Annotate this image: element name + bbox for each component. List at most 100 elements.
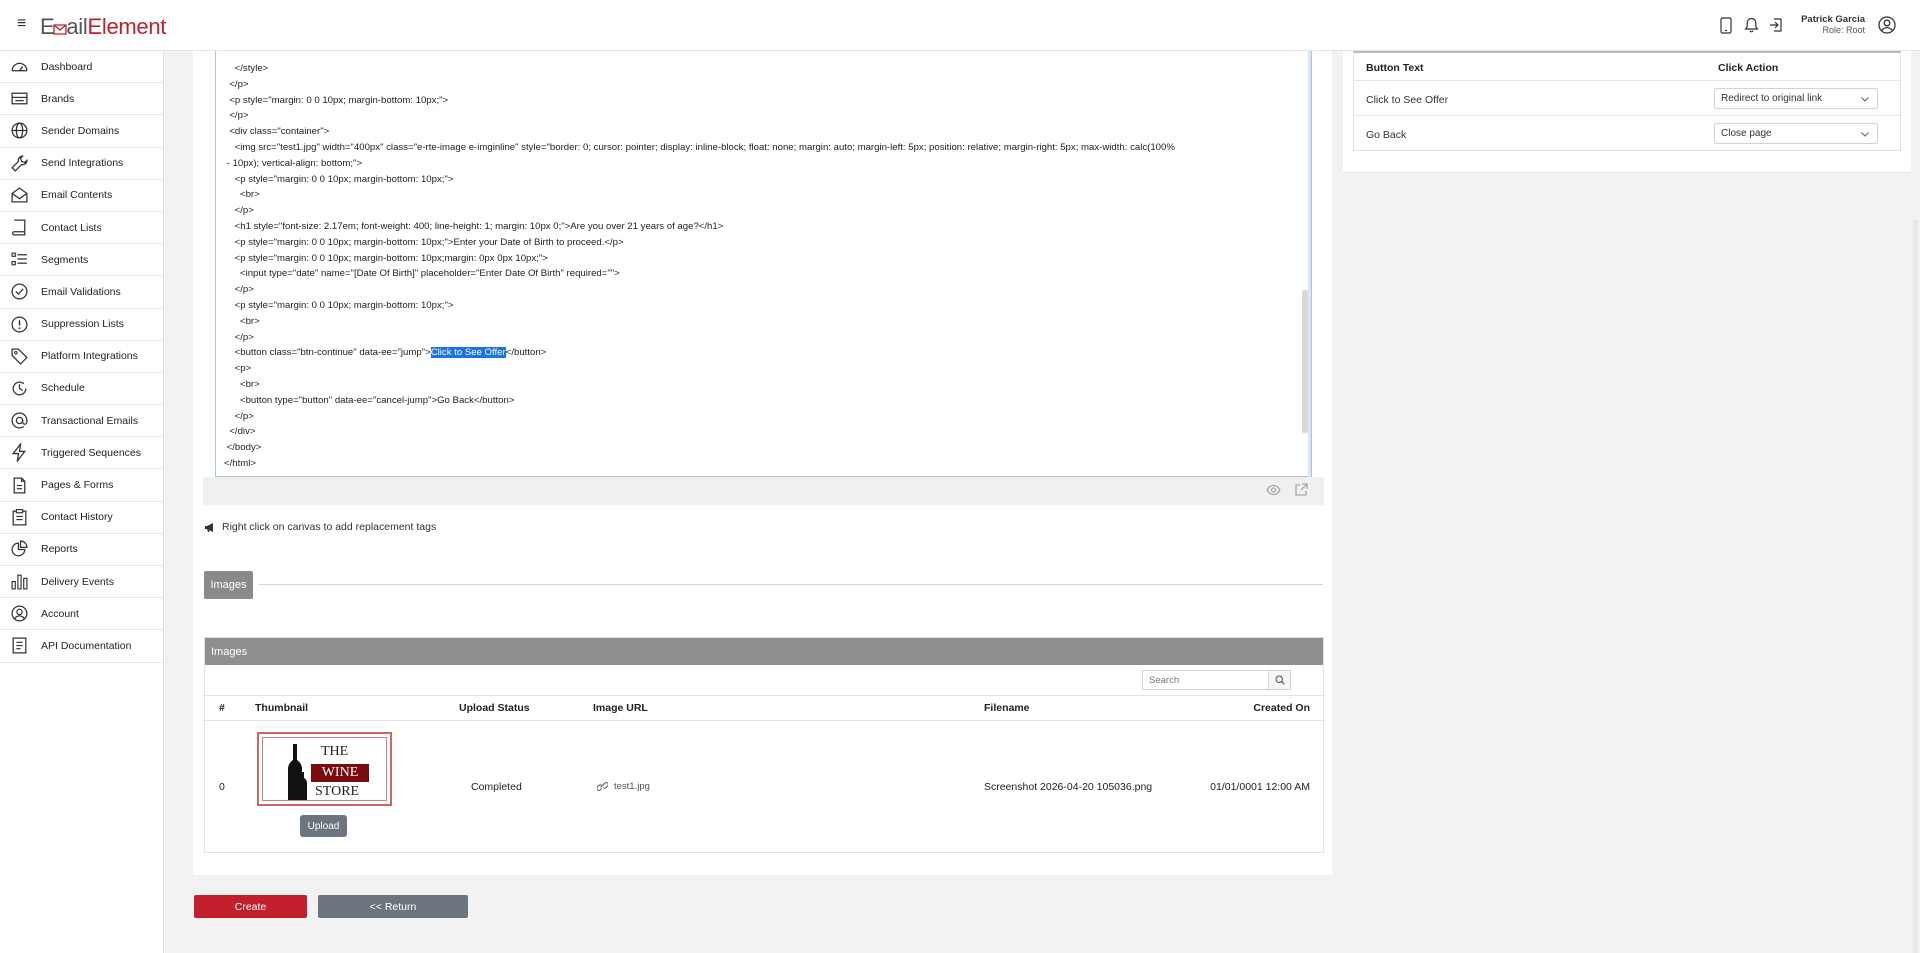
chevron-down-icon: [1861, 132, 1869, 137]
bell-icon[interactable]: [1740, 12, 1762, 38]
hamburger-menu-icon[interactable]: ≡: [17, 16, 26, 32]
html-code-editor[interactable]: </style> </p> <p style="margin: 0 0 10px…: [215, 51, 1312, 477]
logout-icon[interactable]: [1765, 12, 1787, 38]
create-button[interactable]: Create: [194, 895, 307, 918]
search-icon: [1274, 675, 1285, 685]
code-line: <p style="margin: 0 0 10px; margin-botto…: [224, 173, 454, 185]
click-action-select[interactable]: Close page: [1714, 123, 1878, 144]
code-line: <br>: [224, 378, 260, 390]
sidebar-item-dashboard[interactable]: Dashboard: [0, 51, 163, 84]
images-tab[interactable]: Images: [204, 571, 253, 599]
user-avatar-icon[interactable]: [1876, 12, 1898, 38]
sidebar-item-label: Reports: [41, 543, 78, 556]
image-url-text: test1.jpg: [614, 781, 650, 792]
col-image-url: Image URL: [593, 702, 648, 714]
sidebar-item-brands[interactable]: Brands: [0, 83, 163, 116]
col-click-action: Click Action: [1718, 62, 1779, 74]
sidebar-item-delivery-events[interactable]: Delivery Events: [0, 566, 163, 599]
sidebar-item-contact-lists[interactable]: Contact Lists: [0, 212, 163, 245]
user-info[interactable]: Patrick Garcia Role: Root: [1801, 14, 1865, 36]
upload-button[interactable]: Upload: [300, 815, 347, 837]
images-table-panel: Images # Thumbnail Upload Status Image U…: [204, 637, 1324, 853]
search-button[interactable]: [1268, 671, 1290, 689]
envelope-icon: [11, 187, 28, 203]
preview-eye-icon[interactable]: [1266, 483, 1281, 500]
sidebar-item-label: API Documentation: [41, 639, 132, 652]
app-logo[interactable]: EailElement: [40, 15, 166, 39]
code-line: </p>: [224, 410, 254, 422]
code-line: <button class="btn-continue" data-ee="ju…: [224, 345, 1299, 361]
editor-toolbar: [203, 477, 1324, 505]
divider: [205, 720, 1323, 721]
image-url-link[interactable]: test1.jpg: [597, 781, 650, 792]
click-action-select[interactable]: Redirect to original link: [1714, 88, 1878, 109]
sidebar-item-label: Contact History: [41, 511, 113, 524]
code-text[interactable]: </style> </p> <p style="margin: 0 0 10px…: [224, 61, 1299, 472]
selected-text[interactable]: Click to See Offer: [430, 347, 506, 359]
sidebar-item-label: Email Contents: [41, 189, 113, 202]
thumb-text-store: STORE: [315, 784, 360, 799]
book-icon: [12, 219, 26, 236]
replacement-tags-hint: Right click on canvas to add replacement…: [204, 521, 436, 533]
sidebar-item-api-documentation[interactable]: API Documentation: [0, 630, 163, 663]
sidebar-item-label: Schedule: [41, 382, 85, 395]
sidebar-item-schedule[interactable]: Schedule: [0, 373, 163, 406]
document-icon: [12, 637, 27, 654]
sidebar-item-transactional-emails[interactable]: Transactional Emails: [0, 405, 163, 438]
editor-scroll-track: [1308, 51, 1311, 477]
editor-scrollbar[interactable]: [1302, 290, 1308, 433]
button-text-cell: Click to See Offer: [1366, 94, 1449, 106]
thumbnail-image[interactable]: THE WINE STORE: [257, 732, 392, 806]
search-input[interactable]: [1143, 671, 1267, 689]
tag-icon: [11, 348, 28, 365]
sidebar-item-send-integrations[interactable]: Send Integrations: [0, 148, 163, 180]
code-line-text: </button>: [505, 347, 547, 359]
code-line: <p style="margin: 0 0 10px; margin-botto…: [224, 236, 624, 248]
sidebar-item-platform-integrations[interactable]: Platform Integrations: [0, 341, 163, 373]
globe-icon: [11, 122, 28, 139]
code-line: <p style="margin: 0 0 10px; margin-botto…: [224, 299, 454, 311]
sidebar-item-triggered-sequences[interactable]: Triggered Sequences: [0, 437, 163, 470]
logo-prefix: E: [40, 14, 55, 39]
open-external-icon[interactable]: [1294, 483, 1309, 500]
sidebar-item-label: Pages & Forms: [41, 479, 114, 492]
exclamation-circle-icon: [11, 316, 28, 333]
images-search: [1142, 670, 1291, 690]
select-value: Redirect to original link: [1721, 93, 1823, 104]
sidebar-item-label: Triggered Sequences: [41, 446, 142, 459]
col-created-on: Created On: [1253, 702, 1310, 714]
page-scrollbar[interactable]: [1913, 220, 1918, 953]
tab-divider: [259, 584, 1323, 585]
link-icon: [597, 782, 608, 791]
sidebar-item-label: Email Validations: [41, 285, 121, 298]
sidebar-item-suppression-lists[interactable]: Suppression Lists: [0, 309, 163, 341]
lightning-icon: [11, 443, 27, 463]
check-circle-icon: [11, 283, 28, 300]
col-filename: Filename: [984, 702, 1030, 714]
code-line: <div class="container">: [224, 126, 330, 138]
user-circle-icon: [11, 605, 28, 622]
sidebar-item-email-validations[interactable]: Email Validations: [0, 276, 163, 309]
sidebar-item-account[interactable]: Account: [0, 598, 163, 631]
sidebar-item-contact-history[interactable]: Contact History: [0, 502, 163, 534]
list-icon: [11, 252, 27, 266]
thumb-text-wine: WINE: [311, 764, 369, 782]
code-line: <p>: [224, 363, 252, 375]
sidebar-item-pages-forms[interactable]: Pages & Forms: [0, 469, 163, 502]
mobile-preview-icon[interactable]: [1715, 12, 1737, 38]
code-line: <br>: [224, 315, 260, 327]
sidebar-item-sender-domains[interactable]: Sender Domains: [0, 115, 163, 148]
return-button[interactable]: << Return: [318, 895, 468, 918]
code-line: </style>: [224, 63, 269, 74]
sidebar-item-email-contents[interactable]: Email Contents: [0, 180, 163, 212]
sidebar-item-label: Contact Lists: [41, 221, 102, 234]
sidebar-item-segments[interactable]: Segments: [0, 244, 163, 277]
col-upload-status: Upload Status: [459, 702, 530, 714]
sidebar-item-reports[interactable]: Reports: [0, 534, 163, 566]
user-role: Role: Root: [1822, 25, 1865, 35]
divider: [1354, 115, 1900, 116]
top-header: ≡ EailElement Patrick Garcia Role: Root: [0, 0, 1920, 51]
code-line: </div>: [224, 426, 256, 438]
select-value: Close page: [1721, 128, 1772, 139]
clipboard-list-icon: [12, 508, 27, 526]
